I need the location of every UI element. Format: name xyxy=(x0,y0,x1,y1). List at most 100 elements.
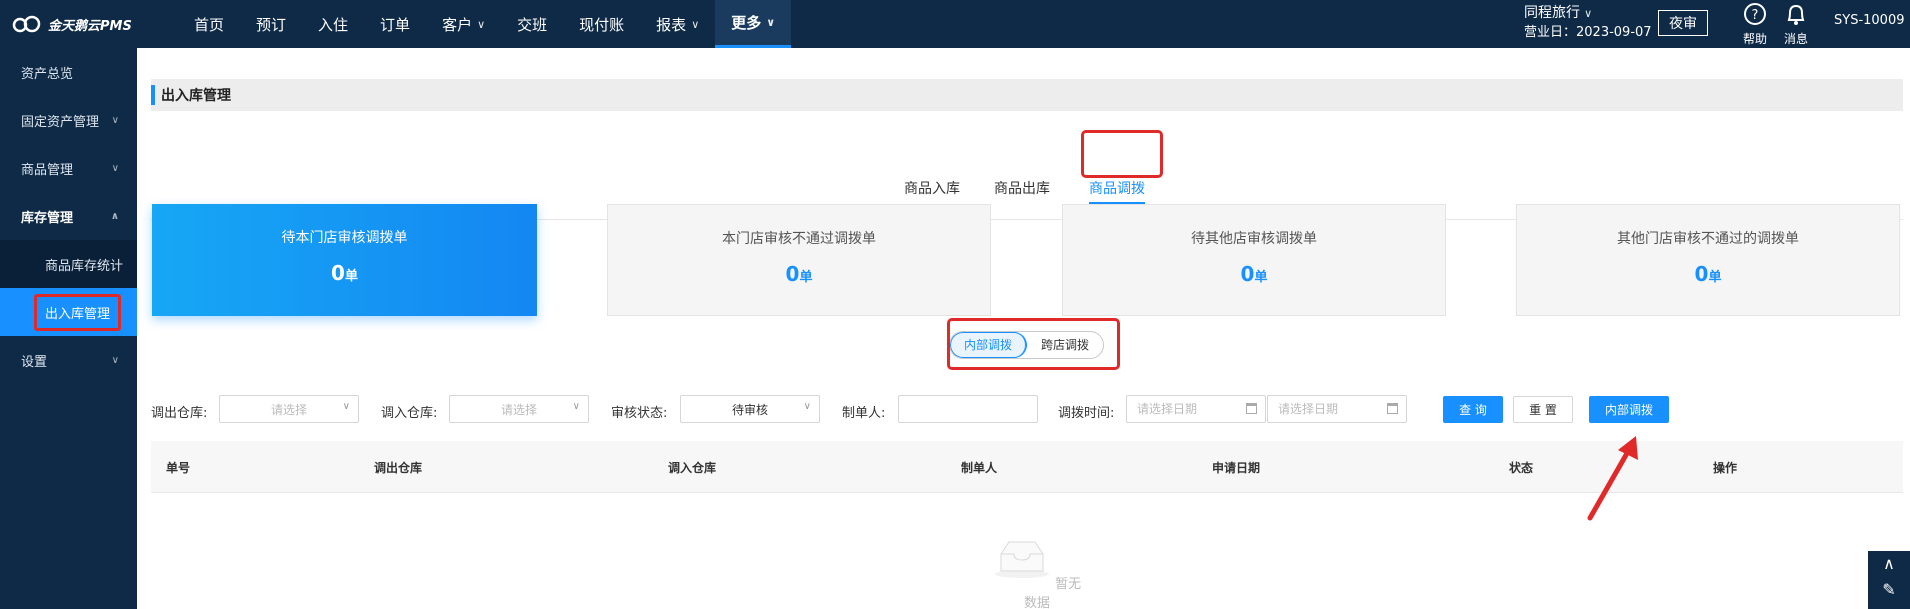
sidebar-item-1[interactable]: 固定资产管理 ∨ xyxy=(0,96,137,144)
nav-item-label: 订单 xyxy=(380,15,411,34)
sidebar-item-label: 商品管理 xyxy=(21,162,74,178)
sidebar-subitem-0[interactable]: 商品库存统计 xyxy=(0,240,137,288)
chevron-up-icon[interactable]: ∧ xyxy=(1868,551,1910,577)
svg-text:?: ? xyxy=(1752,8,1759,23)
column-header: 操作 xyxy=(1713,461,1738,475)
date-end-placeholder: 请选择日期 xyxy=(1278,402,1339,416)
count-unit: 单 xyxy=(1254,270,1268,285)
user-menu[interactable]: SYS-10009 ∨ xyxy=(1834,13,1910,28)
summary-card-3[interactable]: 其他门店审核不通过的调拨单 0单 xyxy=(1516,204,1900,316)
nav-item-1[interactable]: 预订 xyxy=(240,0,302,48)
column-header: 制单人 xyxy=(961,461,998,475)
summary-card-1[interactable]: 本门店审核不通过调拨单 0单 xyxy=(607,204,991,316)
column-header: 状态 xyxy=(1509,461,1534,475)
chevron-down-icon: ∨ xyxy=(1584,7,1593,20)
app-logo[interactable]: 金天鹅云PMS xyxy=(12,12,132,36)
count-value: 0 xyxy=(1240,262,1255,286)
tab-stock-out[interactable]: 商品出库 xyxy=(994,178,1050,198)
nav-item-label: 客户 xyxy=(442,15,473,34)
column-header: 调出仓库 xyxy=(374,461,423,475)
reset-button[interactable]: 重 置 xyxy=(1513,396,1573,423)
hotel-selector[interactable]: 同程旅行 ∨ 营业日：2023-09-07 xyxy=(1524,4,1652,42)
time-label: 调拨时间: xyxy=(1058,406,1115,421)
sidebar-item-2[interactable]: 商品管理 ∨ xyxy=(0,144,137,192)
help-button[interactable]: ? 帮助 xyxy=(1735,2,1775,47)
out-warehouse-label: 调出仓库: xyxy=(151,406,208,421)
summary-card-title: 其他门店审核不通过的调拨单 xyxy=(1617,231,1799,247)
messages-button[interactable]: 消息 xyxy=(1776,2,1816,47)
sidebar-item-0[interactable]: 资产总览 xyxy=(0,48,137,96)
sidebar-item-3[interactable]: 库存管理 ∧ xyxy=(0,192,137,240)
status-select[interactable]: 待审核 ∨ xyxy=(680,395,820,423)
chevron-down-icon: ∨ xyxy=(766,16,776,29)
summary-card-title: 待其他店审核调拨单 xyxy=(1191,231,1317,247)
internal-transfer-button[interactable]: 内部调拨 xyxy=(1589,396,1669,423)
column-header: 调入仓库 xyxy=(668,461,717,475)
red-arrow-annotation xyxy=(1587,436,1638,521)
nav-item-7[interactable]: 报表 ∨ xyxy=(640,0,715,48)
chevron-down-icon: ∨ xyxy=(111,354,119,366)
chevron-down-icon: ∨ xyxy=(111,162,119,174)
count-value: 0 xyxy=(331,261,345,285)
question-circle-icon: ? xyxy=(1744,3,1766,25)
nav-item-4[interactable]: 客户 ∨ xyxy=(426,0,501,48)
nav-item-label: 入住 xyxy=(318,15,349,34)
chevron-down-icon: ∨ xyxy=(477,17,486,31)
in-warehouse-select[interactable]: 请选择 ∨ xyxy=(449,395,589,423)
empty-text: 暂无数据 xyxy=(1023,577,1082,609)
filter-bar: 调出仓库: 请选择 ∨ 调入仓库: 请选择 ∨ 审核状态: 待审核 ∨ 制单人:… xyxy=(151,395,1910,425)
wrench-icon[interactable]: ✎ xyxy=(1868,577,1910,603)
page-title: 出入库管理 xyxy=(151,79,1903,111)
status-value: 待审核 xyxy=(731,402,768,417)
sidebar-item-label: 设置 xyxy=(21,354,48,370)
nav-item-3[interactable]: 订单 xyxy=(364,0,426,48)
quick-tools-panel[interactable]: ∧ ✎ xyxy=(1868,551,1910,609)
nav-item-label: 报表 xyxy=(656,15,687,34)
nav-item-2[interactable]: 入住 xyxy=(302,0,364,48)
date-end-input[interactable]: 请选择日期 xyxy=(1267,395,1407,423)
summary-card-title: 待本门店审核调拨单 xyxy=(281,230,408,246)
nav-item-label: 首页 xyxy=(194,15,225,34)
empty-state: 暂无数据 xyxy=(987,538,1087,609)
creator-label: 制单人: xyxy=(842,406,886,421)
sidebar-subitem-label: 出入库管理 xyxy=(34,293,122,331)
night-audit-button[interactable]: 夜审 xyxy=(1658,10,1708,36)
creator-input[interactable] xyxy=(898,395,1038,423)
column-header: 申请日期 xyxy=(1212,461,1261,475)
help-label: 帮助 xyxy=(1742,32,1767,46)
cloud-logo-icon xyxy=(12,15,41,33)
nav-item-label: 现付账 xyxy=(579,15,625,34)
summary-card-count: 0单 xyxy=(1517,262,1899,286)
sidebar-item-settings[interactable]: 设置 ∨ xyxy=(0,336,137,384)
query-button[interactable]: 查 询 xyxy=(1443,396,1503,423)
sidebar-item-label: 资产总览 xyxy=(21,66,74,82)
date-start-input[interactable]: 请选择日期 xyxy=(1126,395,1266,423)
calendar-icon xyxy=(1246,403,1257,414)
chevron-down-icon: ∨ xyxy=(572,401,580,412)
summary-card-count: 0单 xyxy=(1063,262,1445,286)
count-unit: 单 xyxy=(799,270,813,285)
summary-card-2[interactable]: 待其他店审核调拨单 0单 xyxy=(1062,204,1446,316)
in-warehouse-label: 调入仓库: xyxy=(381,406,438,421)
sidebar: 资产总览固定资产管理 ∨ 商品管理 ∨ 库存管理 ∧ 商品库存统计出入库管理 设置 ∨ xyxy=(0,48,137,609)
nav-item-8[interactable]: 更多 ∨ xyxy=(715,0,792,48)
chevron-up-icon: ∧ xyxy=(110,210,119,222)
sidebar-subitem-1[interactable]: 出入库管理 xyxy=(0,288,137,336)
nav-item-0[interactable]: 首页 xyxy=(178,0,240,48)
user-name: SYS-10009 xyxy=(1834,13,1905,28)
chevron-down-icon: ∨ xyxy=(111,114,119,126)
count-unit: 单 xyxy=(344,269,358,284)
tab-transfer[interactable]: 商品调拨 xyxy=(1089,178,1145,204)
nav-item-5[interactable]: 交班 xyxy=(501,0,563,48)
sidebar-item-label: 库存管理 xyxy=(21,210,74,226)
status-label: 审核状态: xyxy=(611,406,668,421)
out-warehouse-select[interactable]: 请选择 ∨ xyxy=(219,395,359,423)
business-date: 营业日：2023-09-07 xyxy=(1524,25,1652,40)
hotel-name: 同程旅行 xyxy=(1524,5,1580,21)
nav-item-6[interactable]: 现付账 xyxy=(563,0,640,48)
tab-stock-in[interactable]: 商品入库 xyxy=(904,178,960,198)
count-value: 0 xyxy=(785,262,800,286)
nav-item-label: 预订 xyxy=(256,15,287,34)
empty-box-icon xyxy=(994,541,1049,578)
summary-card-0[interactable]: 待本门店审核调拨单 0单 xyxy=(152,204,537,316)
